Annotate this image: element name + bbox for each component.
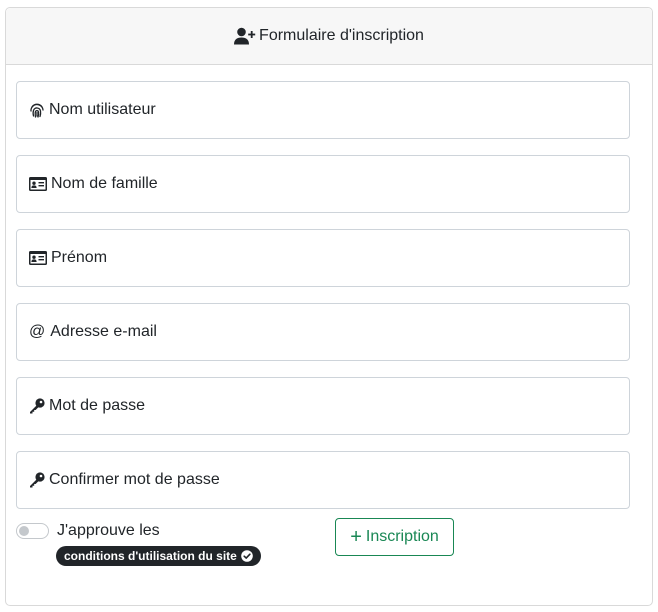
username-placeholder: Nom utilisateur: [49, 101, 156, 118]
password-placeholder: Mot de passe: [49, 397, 146, 414]
at-icon: @: [29, 323, 46, 340]
id-card-icon: [29, 177, 47, 191]
lastname-field[interactable]: Nom de famille: [16, 155, 630, 213]
register-button[interactable]: + Inscription: [335, 518, 454, 556]
password-field[interactable]: Mot de passe: [16, 377, 630, 435]
fingerprint-icon: [29, 102, 45, 118]
check-circle-icon: [241, 550, 253, 562]
card-header: Formulaire d'inscription: [6, 8, 652, 65]
key-icon: [29, 398, 45, 414]
page-title: Formulaire d'inscription: [259, 27, 424, 44]
key-icon: [29, 472, 45, 488]
terms-row: J'approuve les: [16, 520, 160, 542]
register-button-label: Inscription: [365, 528, 439, 545]
confirm-password-placeholder: Confirmer mot de passe: [49, 471, 220, 488]
username-field[interactable]: Nom utilisateur: [16, 81, 630, 139]
terms-label: J'approuve les: [57, 522, 160, 539]
firstname-placeholder: Prénom: [51, 249, 108, 266]
plus-icon: +: [350, 526, 362, 548]
terms-badge[interactable]: conditions d'utilisation du site: [56, 546, 261, 566]
toggle-knob: [19, 526, 29, 536]
email-placeholder: Adresse e-mail: [50, 323, 157, 340]
id-card-icon: [29, 251, 47, 265]
terms-badge-text: conditions d'utilisation du site: [64, 549, 237, 563]
terms-toggle[interactable]: [16, 523, 49, 539]
confirm-password-field[interactable]: Confirmer mot de passe: [16, 451, 630, 509]
email-field[interactable]: @ Adresse e-mail: [16, 303, 630, 361]
user-plus-icon: [234, 27, 256, 45]
firstname-field[interactable]: Prénom: [16, 229, 630, 287]
lastname-placeholder: Nom de famille: [51, 175, 158, 192]
